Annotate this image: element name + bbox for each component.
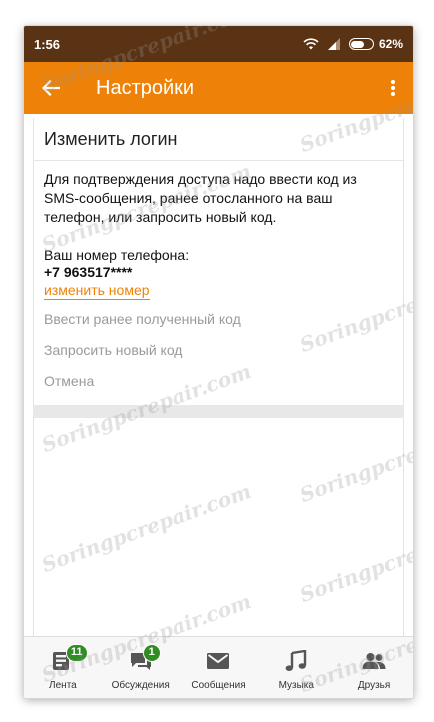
nav-icon-wrap: 11	[52, 644, 88, 673]
battery-icon	[348, 38, 374, 50]
nav-label: Лента	[49, 680, 77, 691]
nav-icon-wrap	[285, 649, 307, 673]
change-number-link[interactable]: изменить номер	[44, 281, 150, 300]
page-title: Настройки	[96, 76, 195, 99]
signal-icon	[327, 38, 340, 50]
more-vert-icon	[390, 79, 396, 97]
discussions-badge: 1	[142, 644, 161, 662]
arrow-left-icon	[42, 80, 60, 96]
nav-item-messages[interactable]: Сообщения	[181, 649, 255, 691]
request-code-button[interactable]: Запросить новый код	[34, 341, 403, 359]
bottom-navigation: 11 Лента 1 Обсуждения Сообщения Музыка Д…	[24, 636, 413, 698]
card-title: Изменить логин	[34, 118, 403, 161]
empty-content-area	[33, 418, 404, 636]
mail-icon	[207, 653, 230, 669]
nav-icon-wrap: 1	[129, 644, 161, 673]
cancel-button[interactable]: Отмена	[34, 372, 403, 390]
status-time: 1:56	[34, 36, 61, 52]
battery-indicator: 62%	[348, 37, 403, 51]
card-description: Для подтверждения доступа надо ввести ко…	[44, 171, 357, 225]
change-login-card: Изменить логин Для подтверждения доступа…	[33, 118, 404, 430]
nav-item-feed[interactable]: 11 Лента	[26, 644, 100, 691]
music-note-icon	[285, 650, 307, 671]
section-divider	[33, 405, 404, 418]
nav-label: Сообщения	[191, 680, 246, 691]
enter-code-button[interactable]: Ввести ранее полученный код	[34, 310, 403, 328]
status-bar: 1:56 62%	[24, 26, 413, 62]
wifi-icon	[303, 38, 319, 50]
nav-item-discussions[interactable]: 1 Обсуждения	[104, 644, 178, 691]
phone-number-value: +7 963517****	[44, 264, 133, 280]
nav-label: Друзья	[357, 680, 391, 691]
battery-fill	[351, 40, 364, 48]
status-icons: 62%	[303, 37, 403, 51]
phone-number-label: Ваш номер телефона:	[44, 247, 190, 263]
battery-level: 62%	[378, 37, 403, 51]
nav-label: Обсуждения	[111, 680, 170, 691]
phone-screen: 1:56 62% Настройки Изменить логин Для по…	[24, 26, 413, 698]
app-bar: Настройки	[24, 62, 413, 114]
overflow-menu-button[interactable]	[383, 76, 403, 100]
friends-icon	[362, 653, 386, 669]
nav-icon-wrap	[206, 649, 230, 673]
nav-label: Музыка	[278, 680, 314, 691]
back-button[interactable]	[40, 77, 62, 99]
nav-item-music[interactable]: Музыка	[259, 649, 333, 691]
nav-item-friends[interactable]: Друзья	[337, 649, 411, 691]
feed-badge: 11	[65, 644, 88, 662]
nav-icon-wrap	[362, 649, 386, 673]
